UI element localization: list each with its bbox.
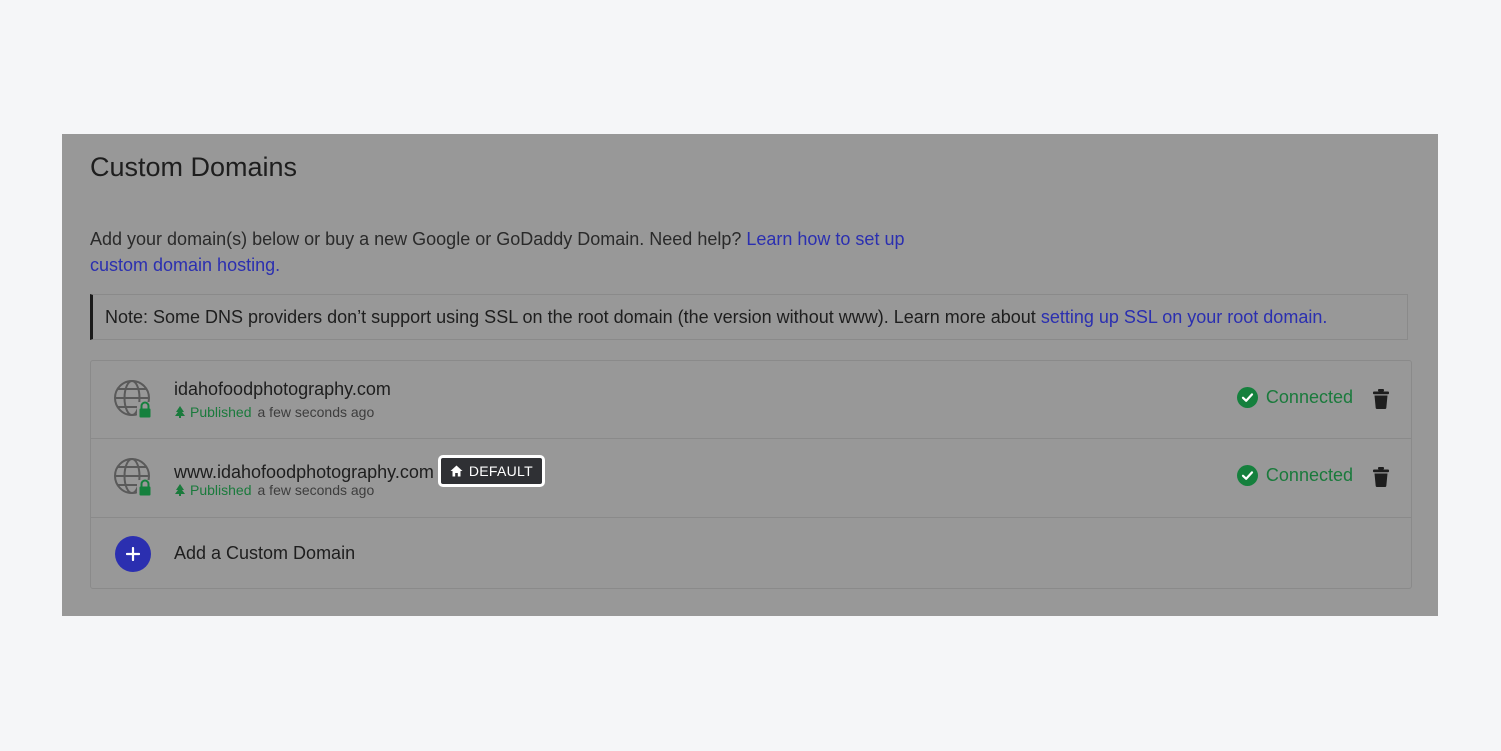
ssl-note: Note: Some DNS providers don’t support u… — [90, 294, 1408, 340]
publish-info: Published a few seconds ago — [174, 404, 374, 420]
add-domain-button[interactable] — [115, 536, 151, 572]
tree-icon — [175, 406, 185, 418]
default-badge-label: DEFAULT — [468, 463, 533, 479]
publish-time: a few seconds ago — [257, 482, 375, 498]
domain-name: www.idahofoodphotography.com — [174, 461, 434, 482]
trash-icon[interactable] — [1373, 389, 1389, 409]
default-badge: DEFAULT — [437, 455, 545, 487]
section-title: Custom Domains — [90, 152, 298, 182]
publish-status: Published — [190, 404, 252, 420]
check-circle-icon — [1236, 387, 1258, 408]
connection-status-label: Connected — [1265, 387, 1353, 407]
plus-icon — [126, 547, 140, 561]
globe-lock-icon — [114, 380, 153, 419]
custom-domains-panel: Custom Domains Add your domain(s) below … — [62, 134, 1438, 616]
connection-status: Connected — [1236, 387, 1353, 408]
publish-info: Published a few seconds ago — [174, 482, 374, 498]
add-domain-label[interactable]: Add a Custom Domain — [174, 543, 355, 564]
domain-row: idahofoodphotography.com Published a few… — [91, 361, 1411, 439]
trash-icon[interactable] — [1373, 467, 1389, 487]
domain-list: idahofoodphotography.com Published a few… — [90, 360, 1412, 589]
add-custom-domain-row[interactable]: Add a Custom Domain — [91, 518, 1411, 588]
connection-status: Connected — [1236, 465, 1353, 486]
domain-name: idahofoodphotography.com — [174, 379, 391, 399]
domain-row: www.idahofoodphotography.com DEFAULT Pub… — [91, 439, 1411, 518]
home-icon — [450, 465, 463, 477]
check-circle-icon — [1236, 465, 1258, 486]
connection-status-label: Connected — [1265, 465, 1353, 485]
intro-text: Add your domain(s) below or buy a new Go… — [90, 226, 910, 278]
ssl-help-link[interactable]: setting up SSL on your root domain. — [1041, 307, 1328, 328]
publish-status: Published — [190, 482, 252, 498]
tree-icon — [175, 484, 185, 496]
globe-lock-icon — [114, 458, 153, 497]
note-copy: Note: Some DNS providers don’t support u… — [105, 306, 1036, 327]
intro-copy: Add your domain(s) below or buy a new Go… — [90, 229, 747, 249]
publish-time: a few seconds ago — [257, 404, 375, 420]
